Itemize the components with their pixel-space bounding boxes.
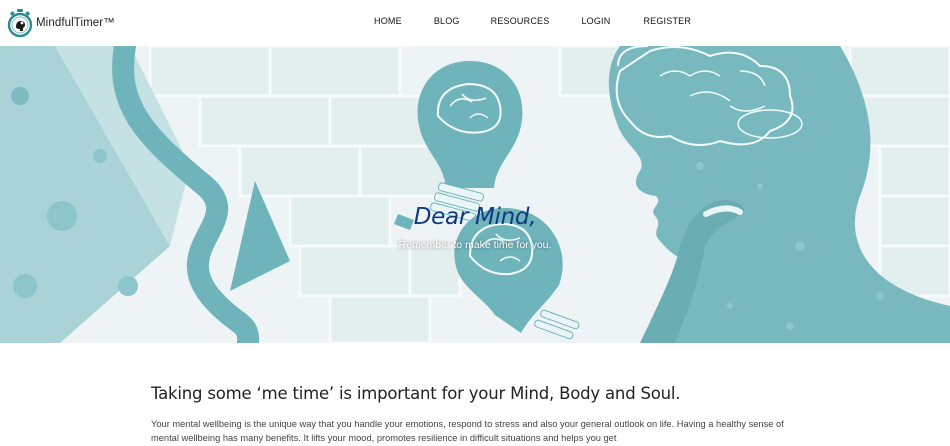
section-heading: Taking some ‘me time’ is important for y… (151, 384, 681, 403)
hero-title: Dear Mind, (413, 204, 537, 230)
nav-register[interactable]: REGISTER (643, 16, 691, 26)
nav-home[interactable]: HOME (374, 16, 402, 26)
hero-illustration (0, 46, 950, 343)
section-paragraph: Your mental wellbeing is the unique way … (151, 419, 784, 443)
stopwatch-brain-icon (7, 9, 33, 38)
nav-login[interactable]: LOGIN (581, 16, 610, 26)
hero-subtitle: Remember to make time for you. (398, 239, 552, 251)
brand-logo[interactable]: MindfulTimer™ (7, 8, 115, 38)
nav-blog[interactable]: BLOG (434, 16, 460, 26)
main-menu: HOME BLOG RESOURCES LOGIN REGISTER (374, 16, 691, 26)
nav-resources[interactable]: RESOURCES (491, 16, 550, 26)
hero-banner: Dear Mind, Remember to make time for you… (0, 46, 950, 343)
brand-name: MindfulTimer™ (36, 17, 115, 29)
intro-section: Taking some ‘me time’ is important for y… (151, 384, 811, 445)
top-navigation: MindfulTimer™ HOME BLOG RESOURCES LOGIN … (0, 0, 950, 46)
